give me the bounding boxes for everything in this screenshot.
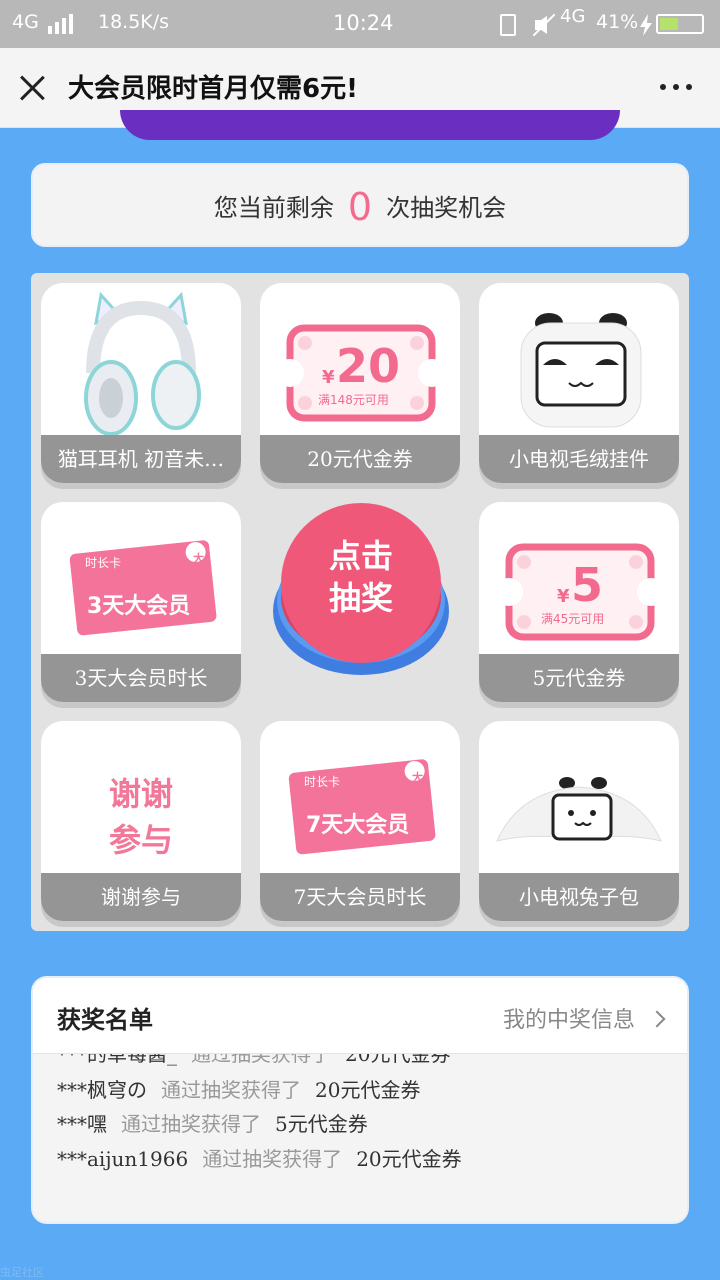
card-tag: 时长卡	[85, 556, 122, 570]
card-badge: 大	[193, 552, 204, 565]
battery-percent: 41%	[596, 11, 639, 33]
network-type-right: 4G	[560, 6, 586, 27]
prize-label: 5元代金券	[479, 654, 679, 702]
prize-7-day-membership: 时长卡 大 7天大会员 7天大会员时长	[260, 721, 460, 921]
prize-5-yuan-voucher: ¥ 5 满45元可用 5元代金券	[479, 502, 679, 702]
winners-header: 获奖名单 我的中奖信息	[33, 978, 687, 1054]
thanks-image: 谢谢 参与	[41, 721, 241, 873]
voucher-5-image: ¥ 5 满45元可用	[479, 502, 679, 654]
network-type: 4G	[12, 11, 39, 33]
winner-row: ***嘿 通过抽奖获得了 5元代金券	[57, 1108, 368, 1137]
winner-action: 通过抽奖获得了	[121, 1112, 261, 1136]
prize-label: 7天大会员时长	[260, 873, 460, 921]
draw-button[interactable]: 点击 抽奖	[271, 501, 451, 681]
voucher-amount: 20	[336, 339, 401, 393]
prize-cat-ear-headphones: 猫耳耳机 初音未…	[41, 283, 241, 483]
chances-prefix: 您当前剩余	[213, 194, 334, 222]
winner-row: ***aijun1966 通过抽奖获得了 20元代金券	[57, 1143, 462, 1172]
rabbit-bag-image	[479, 721, 679, 873]
voucher-condition: 满148元可用	[318, 393, 389, 407]
charging-icon	[640, 14, 652, 41]
winner-row: ***枫穹の 通过抽奖获得了 20元代金券	[57, 1074, 420, 1103]
thanks-line2: 参与	[108, 821, 173, 859]
chevron-right-icon	[648, 1010, 666, 1028]
my-prize-info-label: 我的中奖信息	[502, 1008, 635, 1033]
draw-button-line2: 抽奖	[328, 579, 393, 617]
prize-tv-rabbit-bag: 小电视兔子包	[479, 721, 679, 921]
thanks-line1: 谢谢	[108, 775, 173, 813]
prize-label: 3天大会员时长	[41, 654, 241, 702]
winners-card: ***的草莓酱_ 通过抽奖获得了 20元代金券 获奖名单 我的中奖信息 ***枫穹の…	[31, 976, 689, 1224]
winner-user: ***aijun1966	[57, 1147, 189, 1171]
page-title: 大会员限时首月仅需6元!	[68, 74, 358, 104]
winner-action: 通过抽奖获得了	[161, 1078, 301, 1102]
more-options-icon[interactable]	[656, 82, 696, 94]
chances-suffix: 次抽奖机会	[386, 194, 507, 222]
footer-watermark: 虫足社区	[0, 1266, 44, 1279]
prize-label: 小电视兔子包	[479, 873, 679, 921]
winner-prize: 5元代金券	[275, 1112, 368, 1136]
membership-card-7-image: 时长卡 大 7天大会员	[260, 721, 460, 873]
battery-icon	[656, 14, 704, 34]
prize-20-yuan-voucher: ¥ 20 满148元可用 20元代金券	[260, 283, 460, 483]
card-text: 7天大会员	[306, 813, 410, 838]
prize-thanks: 谢谢 参与 谢谢参与	[41, 721, 241, 921]
prize-3-day-membership: 时长卡 大 3天大会员 3天大会员时长	[41, 502, 241, 702]
winner-prize: 20元代金券	[356, 1147, 462, 1171]
voucher-20-image: ¥ 20 满148元可用	[260, 283, 460, 435]
close-icon[interactable]	[18, 74, 46, 102]
winner-prize: 20元代金券	[315, 1078, 421, 1102]
prize-label: 小电视毛绒挂件	[479, 435, 679, 483]
headphones-image	[41, 283, 241, 436]
membership-card-3-image: 时长卡 大 3天大会员	[41, 502, 241, 654]
clock: 10:24	[333, 11, 394, 35]
currency-symbol: ¥	[557, 586, 570, 607]
card-badge: 大	[412, 771, 423, 784]
my-prize-info-link[interactable]: 我的中奖信息	[502, 1002, 666, 1034]
tv-plush-image	[479, 283, 679, 435]
remaining-chances-card: 您当前剩余 0 次抽奖机会	[31, 163, 689, 247]
winner-user: ***枫穹の	[57, 1078, 147, 1102]
voucher-condition: 满45元可用	[541, 612, 605, 626]
prize-label: 20元代金券	[260, 435, 460, 483]
prize-label: 谢谢参与	[41, 873, 241, 921]
sim-icon	[500, 14, 516, 36]
network-speed: 18.5K/s	[98, 11, 170, 33]
signal-icon	[48, 14, 76, 34]
status-bar: 4G 18.5K/s 10:24 4G 41%	[0, 0, 720, 48]
currency-symbol: ¥	[322, 367, 335, 388]
card-tag: 时长卡	[304, 775, 341, 789]
winner-user: ***嘿	[57, 1112, 107, 1136]
winner-action: 通过抽奖获得了	[202, 1147, 343, 1171]
voucher-amount: 5	[571, 558, 604, 612]
draw-button-line1: 点击	[328, 537, 393, 575]
card-text: 3天大会员	[87, 594, 191, 619]
prize-grid: 猫耳耳机 初音未… ¥ 20 满148元可用 20元代金券 小电视毛绒挂件 时长…	[31, 273, 689, 931]
winners-title: 获奖名单	[57, 1005, 153, 1034]
banner-edge	[120, 110, 620, 140]
chances-count: 0	[347, 185, 373, 229]
mute-icon	[532, 13, 556, 41]
prize-tv-plush-pendant: 小电视毛绒挂件	[479, 283, 679, 483]
prize-label: 猫耳耳机 初音未…	[41, 435, 241, 483]
